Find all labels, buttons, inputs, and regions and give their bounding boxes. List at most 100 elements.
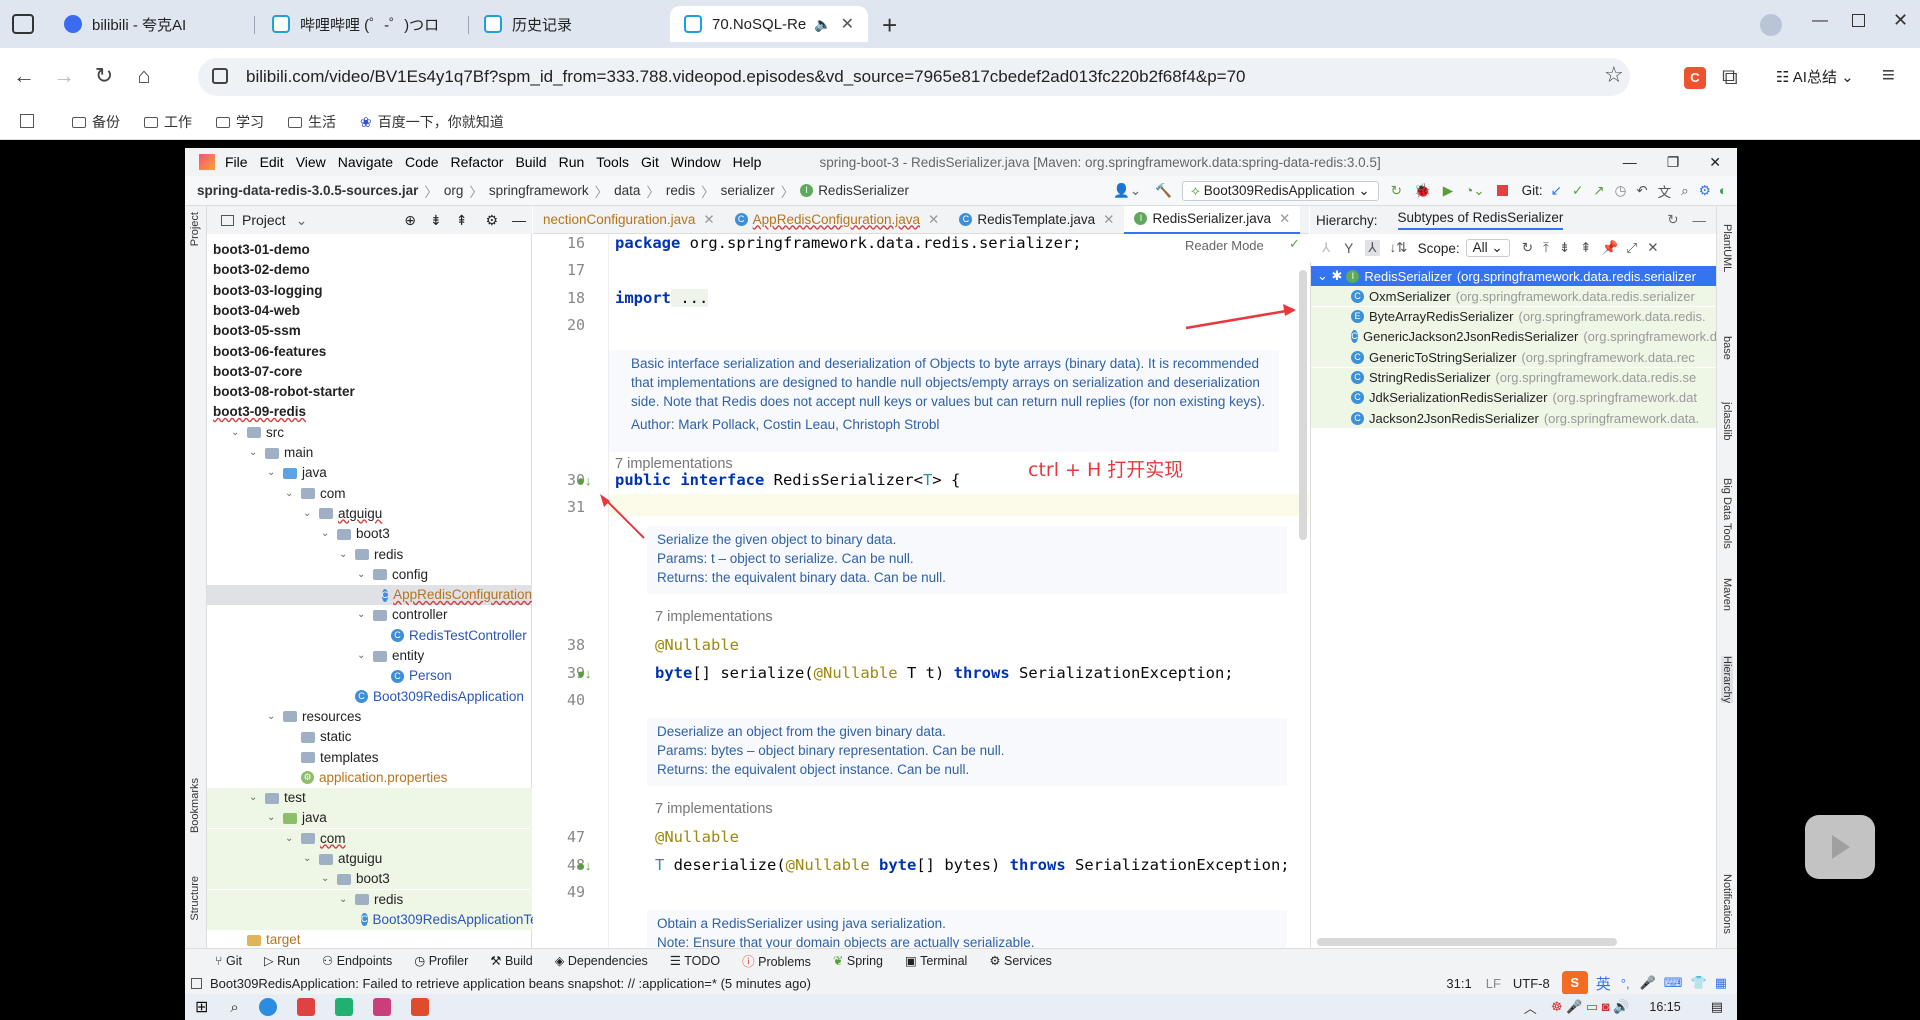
- subtypes-icon[interactable]: ⅄: [1365, 240, 1380, 256]
- tree-item[interactable]: ⌄ java: [207, 808, 532, 829]
- hierarchy-item[interactable]: C JdkSerializationRedisSerializer (org.spr…: [1311, 387, 1717, 408]
- reader-mode-toggle[interactable]: Reader Mode: [1185, 238, 1264, 253]
- reload-icon[interactable]: ↻: [90, 62, 118, 90]
- menu-help[interactable]: Help: [733, 154, 762, 170]
- plugin-icon[interactable]: ◐: [1719, 183, 1727, 198]
- breadcrumb-springframework[interactable]: springframework: [489, 183, 589, 198]
- tree-item[interactable]: ⚙ application.properties: [207, 768, 532, 788]
- bookmark-backup[interactable]: 备份: [72, 110, 120, 134]
- hierarchy-item[interactable]: C GenericToStringSerializer (org.springfra…: [1311, 347, 1717, 368]
- chevron-down-icon[interactable]: ⌄: [231, 423, 243, 443]
- chevron-down-icon[interactable]: ⌄: [357, 646, 369, 666]
- git-update-icon[interactable]: ↙: [1551, 183, 1562, 199]
- settings-icon[interactable]: ⚙: [1699, 183, 1711, 199]
- tree-item[interactable]: ⌄ com: [207, 484, 532, 504]
- tree-item[interactable]: C Person: [207, 666, 532, 686]
- chevron-down-icon[interactable]: ⌄: [267, 808, 279, 828]
- tool-endpoints[interactable]: ⚇ Endpoints: [322, 953, 392, 968]
- tree-item[interactable]: ⌄ redis: [207, 545, 532, 565]
- side-tab-big-data-tools[interactable]: Big Data Tools: [1721, 478, 1733, 549]
- side-tab-jclasslib[interactable]: jclasslib: [1721, 402, 1733, 441]
- mute-icon[interactable]: 🔈: [814, 16, 831, 33]
- translate-icon[interactable]: 文: [1658, 181, 1672, 201]
- editor-tab[interactable]: C RedisTemplate.java ✕: [949, 206, 1124, 234]
- tree-item[interactable]: ⌄ test: [207, 788, 532, 809]
- git-push-icon[interactable]: ↗: [1593, 183, 1604, 199]
- tool-terminal[interactable]: ▣ Terminal: [905, 953, 967, 968]
- tree-item[interactable]: ⌄ atguigu: [207, 504, 532, 524]
- locate-icon[interactable]: ⊕: [404, 212, 416, 229]
- site-info-icon[interactable]: [212, 68, 228, 84]
- implemented-marker-icon[interactable]: ●↓: [577, 666, 591, 681]
- notification-icon[interactable]: ▤: [1711, 999, 1723, 1015]
- git-rollback-icon[interactable]: ↶: [1636, 183, 1647, 199]
- star-icon[interactable]: ☆: [1604, 62, 1624, 88]
- tree-item[interactable]: ⌄ redis: [207, 889, 532, 910]
- hide-icon[interactable]: —: [512, 212, 526, 228]
- chevron-down-icon[interactable]: ⌄: [339, 890, 351, 910]
- menu-tools[interactable]: Tools: [596, 154, 629, 170]
- side-tab-notifications[interactable]: Notifications: [1721, 874, 1733, 934]
- close-icon[interactable]: ✕: [833, 14, 854, 34]
- pin-icon[interactable]: 📌: [1602, 240, 1619, 256]
- file-encoding[interactable]: UTF-8: [1513, 976, 1550, 991]
- line-separator[interactable]: LF: [1486, 976, 1501, 991]
- hierarchy-item[interactable]: E ByteArrayRedisSerializer (org.springfram…: [1311, 306, 1717, 327]
- hide-icon[interactable]: —: [1693, 213, 1707, 228]
- breadcrumb-jar[interactable]: spring-data-redis-3.0.5-sources.jar: [197, 183, 418, 198]
- expand-all-icon[interactable]: ⇟: [430, 212, 442, 229]
- module-item[interactable]: boot3-08-robot-starter: [207, 382, 532, 402]
- browser-tab[interactable]: 哔哩哔哩 (゜-゜)つロ: [258, 6, 468, 42]
- play-icon[interactable]: [1805, 815, 1875, 879]
- close-icon[interactable]: ✕: [1103, 206, 1114, 234]
- side-tab-maven[interactable]: Maven: [1721, 578, 1733, 611]
- module-item[interactable]: boot3-09-redis: [207, 402, 532, 422]
- tree-item[interactable]: C Boot309RedisApplication: [207, 687, 532, 707]
- tree-item[interactable]: ⌄ boot3: [207, 524, 532, 544]
- chevron-down-icon[interactable]: ⌄: [303, 504, 315, 524]
- scope-select[interactable]: All ⌄: [1465, 239, 1510, 257]
- tool-todo[interactable]: ☰ TODO: [670, 953, 720, 968]
- menu-run[interactable]: Run: [559, 154, 585, 170]
- profile-icon[interactable]: [1760, 14, 1782, 36]
- sogou-ime-icon[interactable]: S: [1561, 971, 1588, 995]
- breadcrumb-data[interactable]: data: [614, 183, 640, 198]
- breadcrumb-redis[interactable]: redis: [666, 183, 695, 198]
- tool-spring[interactable]: ❦ Spring: [833, 953, 883, 968]
- user-icon[interactable]: 👤⌄: [1113, 183, 1141, 199]
- tree-item[interactable]: C AppRedisConfiguration: [207, 585, 532, 606]
- status-message[interactable]: Boot309RedisApplication: Failed to retri…: [210, 976, 811, 991]
- stop-icon[interactable]: [1496, 185, 1508, 196]
- chevron-down-icon[interactable]: ⌄: [339, 545, 351, 565]
- minimize-button[interactable]: —: [1812, 12, 1828, 30]
- chevron-down-icon[interactable]: ⌄ ✱: [1317, 268, 1342, 284]
- chevron-down-icon[interactable]: ⌄: [249, 443, 261, 463]
- tool-build[interactable]: ⚒ Build: [490, 953, 532, 968]
- implemented-marker-icon[interactable]: ●↓: [577, 858, 591, 873]
- tool-run[interactable]: ▷ Run: [264, 953, 300, 968]
- implementations-link[interactable]: 7 implementations: [655, 801, 773, 817]
- mic-icon[interactable]: 🎤: [1640, 975, 1656, 991]
- tree-item[interactable]: C RedisTestController: [207, 626, 532, 646]
- run-config-select[interactable]: ⟡ Boot309RedisApplication ⌄: [1182, 180, 1379, 201]
- tab-search-icon[interactable]: [12, 14, 34, 34]
- new-tab-button[interactable]: +: [882, 10, 897, 41]
- code-editor[interactable]: package org.springframework.data.redis.s…: [609, 234, 1309, 968]
- tree-item[interactable]: ⌄ boot3: [207, 869, 532, 890]
- ime-menu-icon[interactable]: ▦: [1715, 975, 1727, 991]
- chevron-down-icon[interactable]: ⌄: [267, 463, 279, 483]
- rerun-icon[interactable]: ↻: [1391, 183, 1402, 199]
- bookmark-work[interactable]: 工作: [144, 110, 192, 134]
- back-icon[interactable]: ←: [10, 62, 38, 90]
- module-item[interactable]: boot3-04-web: [207, 301, 532, 321]
- ai-summary-button[interactable]: ☷ AI总结 ⌄: [1776, 66, 1854, 87]
- implemented-marker-icon[interactable]: ●↓: [577, 473, 591, 488]
- tree-item[interactable]: ⌄ config: [207, 565, 532, 585]
- side-tab-hierarchy[interactable]: Hierarchy: [1721, 656, 1733, 704]
- menu-navigate[interactable]: Navigate: [338, 154, 393, 170]
- tool-services[interactable]: ⚙ Services: [989, 953, 1052, 968]
- menu-code[interactable]: Code: [405, 154, 438, 170]
- forward-icon[interactable]: →: [50, 62, 78, 90]
- tray-icons[interactable]: ☸ 🎤 ▭ ◙ 🔊: [1551, 999, 1630, 1015]
- collapse-all-icon[interactable]: ⇞: [456, 212, 468, 229]
